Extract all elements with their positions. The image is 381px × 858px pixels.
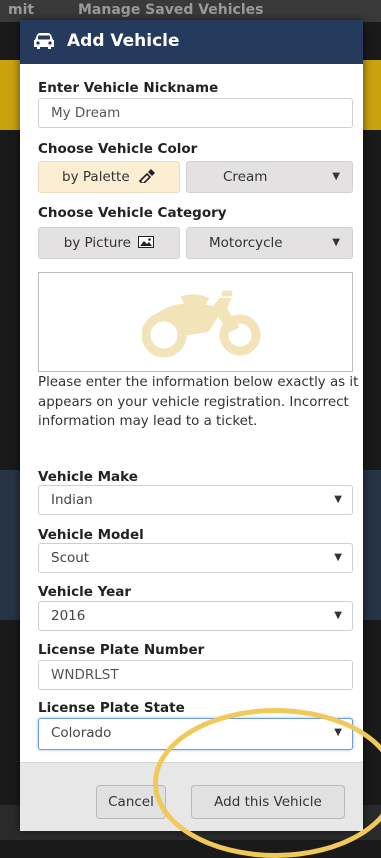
color-label: Choose Vehicle Color — [38, 141, 198, 157]
year-select[interactable]: 2016 ▼ — [38, 601, 353, 631]
chevron-down-icon: ▼ — [332, 171, 340, 182]
add-vehicle-button[interactable]: Add this Vehicle — [191, 785, 345, 819]
color-select[interactable]: Cream ▼ — [186, 161, 353, 193]
picture-icon — [138, 236, 155, 248]
category-by-picture-button[interactable]: by Picture — [38, 227, 180, 259]
category-preview — [38, 272, 353, 372]
chevron-down-icon: ▼ — [334, 552, 342, 563]
motorcycle-icon — [142, 290, 261, 357]
background-banner-left — [0, 60, 20, 130]
background-nav: mit Manage Saved Vehicles — [0, 0, 381, 22]
category-by-picture-label: by Picture — [63, 235, 131, 251]
make-label: Vehicle Make — [38, 469, 138, 485]
chevron-down-icon: ▼ — [334, 610, 342, 621]
model-select[interactable]: Scout ▼ — [38, 543, 353, 573]
color-by-palette-button[interactable]: by Palette — [38, 161, 180, 193]
make-select[interactable]: Indian ▼ — [38, 485, 353, 515]
model-label: Vehicle Model — [38, 527, 144, 543]
year-select-value: 2016 — [51, 608, 86, 624]
chevron-down-icon: ▼ — [332, 237, 340, 248]
model-select-value: Scout — [51, 550, 90, 566]
registration-info-text: Please enter the information below exact… — [38, 375, 359, 429]
plate-input[interactable]: WNDRLST — [38, 660, 353, 690]
background-banner-right — [361, 60, 381, 130]
car-icon — [34, 33, 54, 49]
background-tab: mit — [8, 2, 35, 18]
make-select-value: Indian — [51, 492, 93, 508]
cancel-button[interactable]: Cancel — [96, 785, 166, 819]
nickname-label: Enter Vehicle Nickname — [38, 80, 219, 96]
background-tab-manage-vehicles: Manage Saved Vehicles — [78, 2, 264, 18]
category-select[interactable]: Motorcycle ▼ — [186, 227, 353, 259]
plate-state-select-value: Colorado — [51, 725, 112, 741]
chevron-down-icon: ▼ — [334, 494, 342, 505]
eyedropper-icon — [138, 169, 155, 186]
modal-header: Add Vehicle — [20, 20, 363, 64]
color-by-palette-label: by Palette — [62, 169, 130, 185]
plate-state-select[interactable]: Colorado ▼ — [38, 718, 353, 750]
modal-title: Add Vehicle — [67, 31, 180, 51]
add-vehicle-modal: Add Vehicle Enter Vehicle Nickname My Dr… — [20, 20, 363, 831]
chevron-down-icon: ▼ — [334, 727, 342, 738]
plate-state-label: License Plate State — [38, 700, 185, 716]
year-label: Vehicle Year — [38, 584, 132, 600]
color-select-value: Cream — [223, 169, 268, 185]
category-label: Choose Vehicle Category — [38, 205, 227, 221]
modal-footer: Cancel Add this Vehicle — [20, 762, 363, 831]
nickname-input[interactable]: My Dream — [38, 98, 353, 128]
category-select-value: Motorcycle — [209, 235, 283, 251]
plate-label: License Plate Number — [38, 642, 205, 658]
